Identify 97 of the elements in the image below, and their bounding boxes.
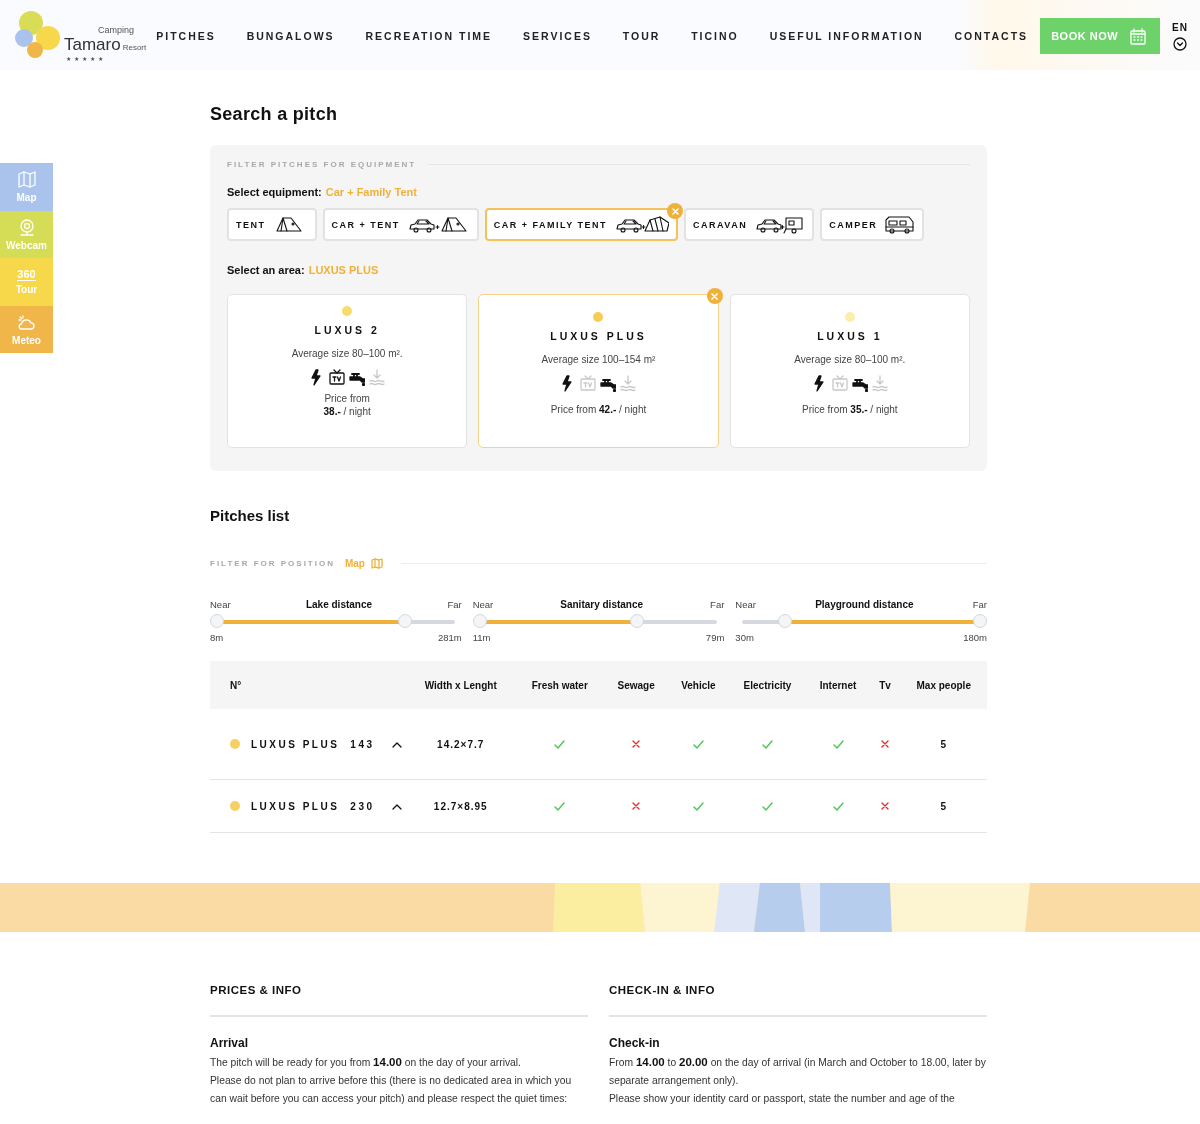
table-cell: 14.2×7.7 bbox=[406, 709, 516, 780]
slider-title: Lake distance bbox=[305, 599, 373, 610]
nav-link[interactable]: SERVICES bbox=[523, 30, 592, 42]
area-card[interactable]: LUXUS 2 Average size 80–100 m². Price from 38.- / night bbox=[227, 294, 468, 448]
slider-value: 11m bbox=[472, 632, 491, 643]
camper-icon bbox=[885, 214, 916, 235]
area-size: Average size 80–100 m². bbox=[794, 354, 906, 365]
section-label: FILTER FOR POSITION bbox=[210, 559, 335, 568]
slider-title: Sanitary distance bbox=[560, 599, 644, 610]
slider-value: 180m bbox=[963, 632, 987, 643]
slider-label: Far bbox=[447, 599, 462, 610]
map-icon bbox=[16, 170, 37, 190]
section-heading: CHECK-IN & INFO bbox=[609, 984, 987, 1017]
column-header: Tv bbox=[869, 661, 901, 709]
area-name: LUXUS 2 bbox=[314, 324, 380, 336]
column-header: Vehicle bbox=[668, 661, 729, 709]
nav-link[interactable]: TICINO bbox=[691, 30, 739, 42]
remove-button[interactable] bbox=[706, 288, 723, 304]
column-header: Electricity bbox=[728, 661, 807, 709]
slider-label: Near bbox=[735, 599, 756, 610]
logo-name[interactable]: Tamaro bbox=[64, 35, 121, 55]
pitch-number: 230 bbox=[350, 800, 375, 812]
car-and-family-tent-icon bbox=[615, 214, 670, 235]
table-cell: 5 bbox=[900, 779, 987, 833]
area-size: Average size 100–154 m² bbox=[541, 354, 656, 365]
slider-handle[interactable] bbox=[629, 614, 644, 628]
remove-button[interactable] bbox=[667, 203, 684, 219]
section-title: Pitches list bbox=[210, 507, 291, 524]
subheading: Arrival bbox=[210, 1036, 250, 1050]
logo-icon[interactable] bbox=[12, 10, 62, 58]
subheading: Check-in bbox=[609, 1036, 661, 1050]
slider-handle[interactable] bbox=[472, 614, 487, 628]
table-cell: 5 bbox=[900, 709, 987, 780]
slider-label: Near bbox=[472, 599, 494, 610]
nav-link[interactable]: TOUR bbox=[622, 30, 661, 42]
slider-label: Far bbox=[710, 599, 725, 610]
equipment-option[interactable]: CARAVAN bbox=[684, 208, 815, 241]
slider-value: 8m bbox=[210, 632, 224, 643]
slider-handle[interactable] bbox=[397, 614, 412, 628]
close-icon bbox=[671, 207, 679, 215]
column-header: Sewage bbox=[604, 661, 669, 709]
slider-handle[interactable] bbox=[973, 614, 987, 628]
nav-link[interactable]: BUNGALOWS bbox=[246, 30, 335, 42]
nav-link[interactable]: RECREATION TIME bbox=[365, 30, 493, 42]
caret-up-icon[interactable] bbox=[391, 802, 402, 810]
paragraph: Please do not plan to arrive before this (there is no dedicated area in which you can wait before you can access your pitch) and please respect the quiet times: bbox=[210, 1074, 573, 1106]
area-price: Price from 42.- / night bbox=[549, 403, 648, 416]
nav-link[interactable]: PITCHES bbox=[156, 30, 216, 42]
area-card[interactable]: LUXUS PLUS Average size 100–154 m² Price from 42.- / night bbox=[478, 294, 719, 448]
column-header: Fresh water bbox=[515, 661, 605, 709]
selected-value: LUXUS PLUS bbox=[308, 264, 379, 276]
pitch-area: LUXUS PLUS bbox=[251, 738, 340, 750]
slider-label: Near bbox=[210, 599, 231, 610]
paragraph: The pitch will be ready for you from 14.00 on the day of your arrival. bbox=[210, 1055, 522, 1070]
area-card[interactable]: LUXUS 1 Average size 80–100 m². Price from 35.- / night bbox=[729, 294, 970, 448]
selected-value: Car + Family Tent bbox=[325, 186, 417, 198]
paragraph: From 14.00 to 20.00 on the day of arrival (in March and October to 18.00, later by separate arrangement only). bbox=[609, 1055, 987, 1088]
area-name: LUXUS PLUS bbox=[550, 330, 647, 342]
column-header: Max people bbox=[900, 661, 987, 709]
equipment-option[interactable]: TENT bbox=[227, 208, 317, 241]
field-label: Select an area: bbox=[227, 264, 305, 276]
nav-link[interactable]: CONTACTS bbox=[954, 30, 1029, 42]
nav-link[interactable]: USEFUL INFORMATION bbox=[769, 30, 924, 42]
slider-value: 281m bbox=[437, 632, 462, 643]
language-selector[interactable]: EN bbox=[1172, 22, 1188, 33]
slider-label: Far bbox=[972, 599, 987, 610]
equipment-option[interactable]: CAMPER bbox=[820, 208, 925, 241]
slider-value: 30m bbox=[735, 632, 754, 643]
close-icon bbox=[711, 292, 719, 300]
map-icon bbox=[370, 558, 383, 569]
dropdown-icon[interactable] bbox=[1173, 37, 1188, 51]
caret-up-icon[interactable] bbox=[391, 740, 402, 748]
area-size: Average size 80–100 m². bbox=[291, 348, 403, 359]
logo-text: Camping bbox=[98, 25, 136, 35]
equipment-option[interactable]: CAR + TENT bbox=[322, 208, 479, 241]
paragraph: Please show your identity card or passport, state the number and age of the bbox=[609, 1092, 956, 1106]
section-label: FILTER PITCHES FOR EQUIPMENT bbox=[227, 160, 970, 169]
area-price: Price from 38.- / night bbox=[322, 392, 372, 418]
column-header: N° bbox=[210, 661, 406, 709]
slider-handle[interactable] bbox=[778, 614, 793, 628]
field-label: Select equipment: bbox=[227, 186, 322, 198]
column-header: Width x Lenght bbox=[406, 661, 516, 709]
car-and-caravan-icon bbox=[755, 214, 806, 235]
area-price: Price from 35.- / night bbox=[801, 403, 899, 416]
pitch-number: 143 bbox=[350, 738, 375, 750]
table-cell: 12.7×8.95 bbox=[406, 779, 516, 833]
pitch-area: LUXUS PLUS bbox=[251, 800, 340, 812]
logo-text: Resort bbox=[122, 43, 147, 52]
slider-value: 79m bbox=[705, 632, 725, 643]
section-heading: PRICES & INFO bbox=[210, 984, 588, 1017]
column-header: Internet bbox=[806, 661, 870, 709]
area-name: LUXUS 1 bbox=[817, 330, 883, 342]
page-title: Search a pitch bbox=[210, 104, 339, 125]
slider-title: Playground distance bbox=[815, 599, 914, 610]
slider-handle[interactable] bbox=[210, 614, 224, 628]
equipment-option[interactable]: CAR + FAMILY TENT bbox=[484, 208, 679, 241]
calendar-icon bbox=[1130, 27, 1147, 45]
